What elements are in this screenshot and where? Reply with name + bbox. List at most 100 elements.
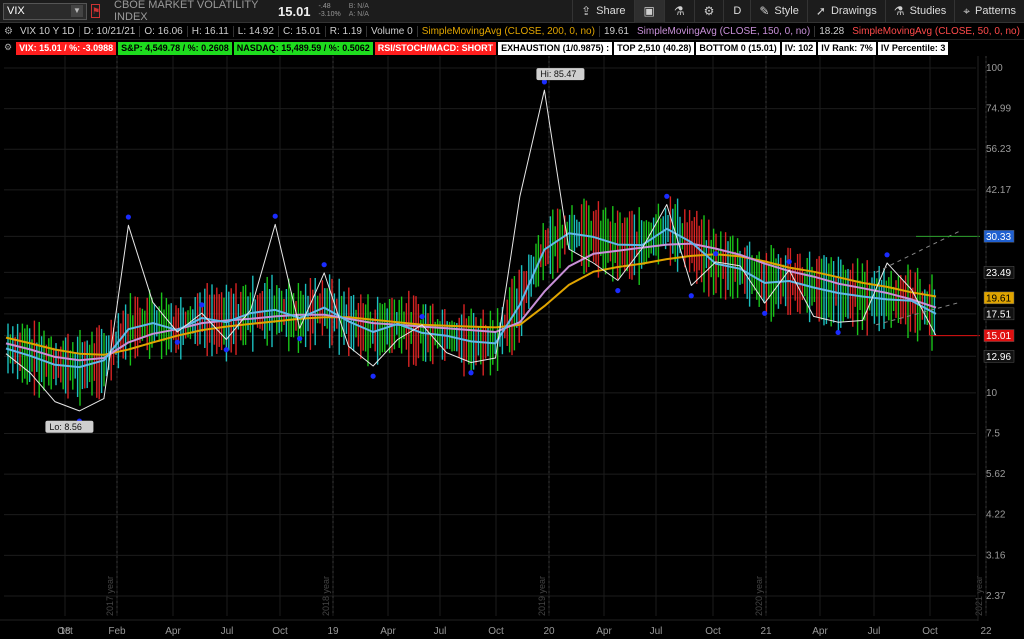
price-tick-label: 56.23 (986, 144, 1011, 155)
price-tick-label: 5.62 (986, 469, 1006, 480)
aggregation-period-button[interactable]: D (723, 0, 750, 23)
share-button[interactable]: ⇪ Share (572, 0, 633, 23)
price-tag-label: 15.01 (986, 331, 1011, 342)
style-icon: ✎ (759, 4, 770, 18)
year-marker-label: 2018 year (321, 576, 331, 616)
info-high: H: 16.11 (188, 25, 234, 37)
drawings-label: Drawings (830, 5, 877, 17)
lo-annotation-label: Lo: 8.56 (49, 422, 82, 432)
price-tick-label: 100 (986, 63, 1003, 74)
pivot-low-dot (223, 347, 229, 353)
chart-info-row: ⚙ VIX 10 Y 1D D: 10/21/21 O: 16.06 H: 16… (0, 23, 1024, 40)
vix-tag: VIX: 15.01 / %: -3.0988 (16, 42, 117, 55)
price-tick-label: 42.17 (986, 185, 1011, 196)
bid-value: B: N/A (348, 3, 369, 10)
price-tag-label: 17.51 (986, 309, 1011, 320)
time-tick-label: Apr (596, 626, 612, 637)
studies-button[interactable]: ⚗ Studies (884, 0, 954, 23)
info-date: D: 10/21/21 (80, 25, 141, 37)
flask-icon: ⚗ (673, 4, 685, 18)
pivot-low-dot (297, 335, 303, 342)
style-label: Style (774, 5, 799, 17)
patterns-label: Patterns (975, 5, 1016, 17)
time-tick-label: 22 (980, 626, 992, 637)
drawings-button[interactable]: ➚ Drawings (806, 0, 885, 23)
time-tick-label: Apr (380, 626, 396, 637)
screenshot-button[interactable]: ▣ (633, 0, 664, 23)
pivot-low-dot (615, 287, 621, 294)
camera-icon: ▣ (643, 4, 655, 18)
pivot-high-dot (786, 259, 792, 265)
pivot-high-dot (884, 252, 890, 258)
time-tick-label: 21 (760, 626, 772, 637)
cursor-icon: ➚ (815, 4, 826, 18)
pivot-high-dot (199, 302, 205, 308)
patterns-button[interactable]: ⌖ Patterns (954, 0, 1024, 23)
trend-channel-upper (875, 230, 961, 273)
price-tag-label: 30.33 (986, 232, 1011, 243)
year-marker-label: 2020 year (754, 576, 764, 616)
pivot-high-dot (125, 214, 131, 220)
time-tick-label: Jul (434, 626, 447, 637)
info-range: R: 1.19 (326, 25, 367, 37)
flask-button[interactable]: ⚗ (663, 0, 694, 23)
studies-label: Studies (909, 5, 947, 17)
time-tick-label: Apr (812, 626, 828, 637)
chart-settings-icon[interactable]: ⚙ (4, 26, 13, 37)
study-tags-row: ⚙ VIX: 15.01 / %: -3.0988 S&P: 4,549.78 … (4, 42, 949, 55)
chart-period[interactable]: VIX 10 Y 1D (16, 25, 80, 37)
time-tick-label: Feb (108, 626, 126, 637)
sma150-study-label[interactable]: SimpleMovingAvg (CLOSE, 150, 0, no) (633, 25, 816, 37)
sp-tag: S&P: 4,549.78 / %: 0.2608 (118, 42, 232, 55)
pivot-high-dot (664, 193, 670, 199)
bid-ask: B: N/A A: N/A (349, 3, 369, 19)
ask-value: A: N/A (348, 11, 369, 18)
beaker-icon: ⚗ (893, 4, 905, 18)
pivot-low-dot (688, 293, 694, 299)
share-label: Share (596, 5, 626, 17)
price-change: -.48 -3.10% (319, 3, 341, 19)
pivot-high-dot (321, 262, 327, 268)
price-chart[interactable]: 2017 year 2018 year 2019 year 2020 year 2021… (0, 56, 1024, 639)
time-tick-label: 20 (543, 626, 555, 637)
symbol-dropdown-icon[interactable]: ▼ (71, 5, 83, 17)
price-axis[interactable]: 100 74.99 56.23 42.17 10 7.5 5.62 4.22 3.16 2.37 3… (977, 56, 1015, 621)
year-marker-label: 2021 year (974, 576, 984, 616)
settings-button[interactable]: ⚙ (693, 0, 724, 23)
price-tag-label: 12.96 (986, 352, 1011, 363)
price-tick-label: 10 (986, 388, 998, 399)
last-price: 15.01 (278, 3, 311, 19)
price-tick-label: 74.99 (986, 104, 1011, 115)
aggregation-period-label: D (733, 5, 742, 17)
volume-value: 0 (407, 25, 413, 37)
sma200-study-label[interactable]: SimpleMovingAvg (CLOSE, 200, 0, no) (418, 25, 600, 37)
time-tick-label: Oct (705, 626, 721, 637)
time-axis[interactable]: Oct 18 Feb Apr Jul Oct 19 Apr Jul Oct 20 Apr Jul Oct 2… (0, 619, 992, 637)
sma200-value: 19.61 (603, 25, 629, 37)
price-tick-label: 4.22 (986, 510, 1006, 521)
sma50-study-label[interactable]: SimpleMovingAvg (CLOSE, 50, 0, no) (848, 25, 1024, 37)
symbol-input[interactable]: VIX ▼ (3, 2, 87, 20)
top-toolbar: VIX ▼ ⚑ CBOE MARKET VOLATILITY INDEX 15.… (0, 0, 1024, 23)
change-absolute: -.48 (318, 3, 331, 10)
study-settings-icon[interactable]: ⚙ (4, 42, 12, 55)
price-tick-label: 7.5 (986, 428, 1000, 439)
volume-label[interactable]: Volume 0 (367, 25, 418, 37)
top-tag: TOP 2,510 (40.28) (614, 42, 695, 55)
iv-percentile-tag: IV Percentile: 3 (877, 42, 949, 55)
style-button[interactable]: ✎ Style (750, 0, 807, 23)
rsi-stoch-macd-tag: RSI/STOCH/MACD: SHORT (374, 42, 497, 55)
pivot-low-dot (835, 329, 841, 336)
time-tick-label: Apr (165, 626, 181, 637)
price-tag-label: 23.49 (986, 268, 1011, 279)
time-tick-label: Oct (272, 626, 288, 637)
volume-label-text: Volume (371, 25, 405, 37)
bottom-tag: BOTTOM 0 (15.01) (696, 42, 780, 55)
info-low: L: 14.92 (234, 25, 279, 37)
sma150-value: 18.28 (819, 25, 845, 37)
gear-icon: ⚙ (703, 4, 715, 18)
pivot-low-dot (174, 339, 180, 345)
pivot-low-dot (762, 310, 768, 316)
time-tick-label: Jul (221, 626, 234, 637)
alert-flag-icon[interactable]: ⚑ (91, 4, 100, 18)
